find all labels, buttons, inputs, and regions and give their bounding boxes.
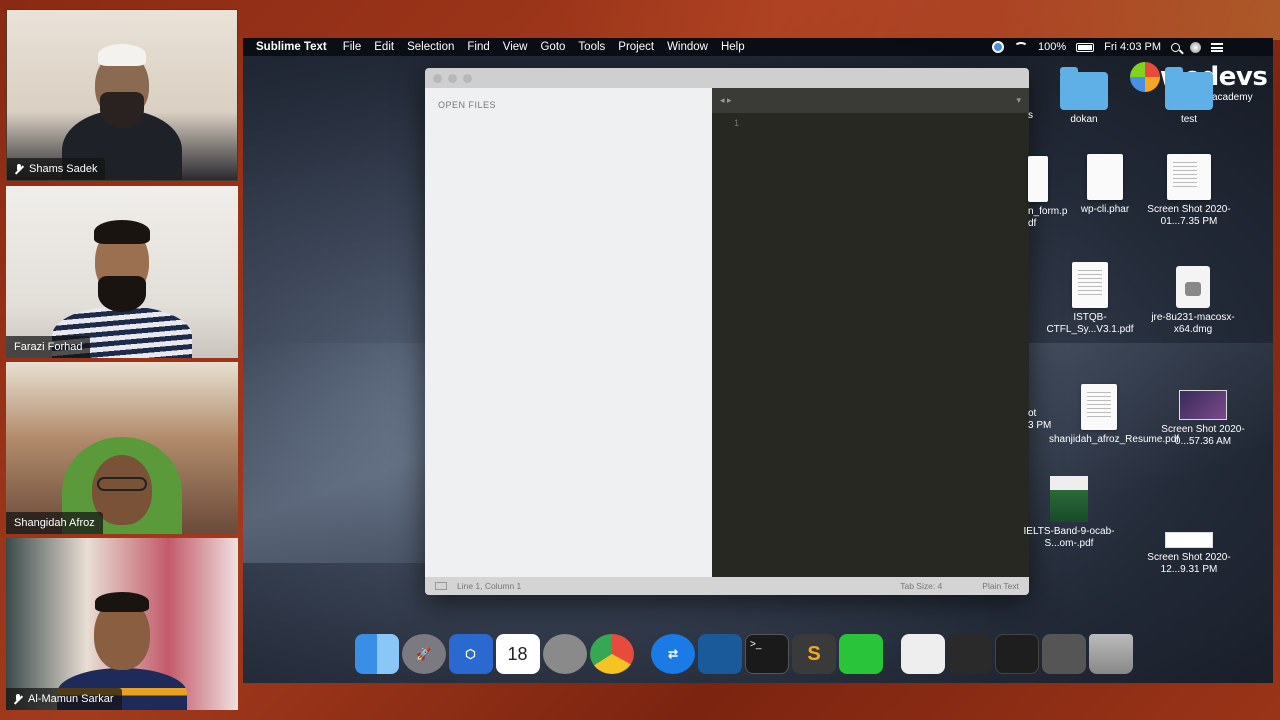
- participant-name-tag: Shams Sadek: [7, 158, 106, 180]
- sidebar[interactable]: OPEN FILES: [425, 88, 712, 577]
- spotlight-search-icon[interactable]: [1171, 42, 1180, 52]
- window-titlebar[interactable]: [425, 68, 1029, 88]
- siri-icon[interactable]: [1190, 41, 1201, 53]
- participant-tile-1[interactable]: Shams Sadek: [6, 9, 238, 181]
- menu-window[interactable]: Window: [667, 41, 708, 53]
- desktop-icon-screen-shot-3[interactable]: Screen Shot 2020-12...9.31 PM: [1139, 532, 1239, 576]
- screenshot-file-icon: [1179, 390, 1227, 420]
- brand-stripe: [560, 0, 1280, 40]
- desktop-icon-dokan[interactable]: dokan: [1034, 67, 1134, 126]
- participant-name-tag: Farazi Forhad: [6, 336, 91, 358]
- recent-window-icon[interactable]: [947, 634, 992, 674]
- participant-name: Al-Mamun Sarkar: [28, 693, 114, 705]
- app-hexagon-icon[interactable]: ⬡: [448, 634, 493, 674]
- status-bar: Line 1, Column 1 Tab Size: 4 Plain Text: [425, 577, 1029, 595]
- menu-goto[interactable]: Goto: [540, 41, 565, 53]
- vscode-icon[interactable]: [698, 634, 742, 674]
- notification-center-icon[interactable]: [1211, 42, 1223, 52]
- sublime-text-window[interactable]: OPEN FILES ◂ ▸ ▾ 1 Line 1, Column 1 Tab …: [425, 68, 1029, 595]
- cursor-position: Line 1, Column 1: [457, 581, 522, 591]
- participant-name: Shams Sadek: [29, 163, 98, 175]
- participant-name: Shangidah Afroz: [14, 517, 95, 529]
- menubar-status-area: 100% Fri 4:03 PM: [992, 38, 1223, 56]
- mac-dock: 🚀 ⬡ 18 ⇄ >_ S: [353, 630, 1153, 678]
- folder-icon: [1165, 67, 1213, 110]
- screen-share-icon[interactable]: [992, 41, 1004, 53]
- tab-menu-icon[interactable]: ▾: [1016, 95, 1021, 106]
- folder-icon: [1060, 67, 1108, 110]
- downloads-stack-icon[interactable]: [1041, 634, 1086, 674]
- battery-percent: 100%: [1038, 41, 1067, 53]
- chrome-icon[interactable]: [589, 634, 634, 674]
- phar-file-icon: [1087, 154, 1123, 200]
- desktop-icon-istqb-pdf[interactable]: ISTQB-CTFL_Sy...V3.1.pdf: [1040, 262, 1140, 336]
- screenshot-file-icon: [1167, 154, 1211, 200]
- participant-name-tag: Shangidah Afroz: [6, 512, 103, 534]
- mac-menubar: Sublime Text File Edit Selection Find Vi…: [243, 38, 1273, 56]
- participant-tile-2[interactable]: Farazi Forhad: [6, 186, 238, 358]
- pdf-document-icon: [1072, 262, 1108, 308]
- pdf-document-icon: [1081, 384, 1117, 430]
- syntax-selector[interactable]: Plain Text: [982, 581, 1019, 591]
- desktop-icon-resume-pdf[interactable]: shanjidah_afroz_Resume.pdf: [1049, 384, 1179, 446]
- battery-icon[interactable]: [1076, 42, 1095, 52]
- participant-name: Farazi Forhad: [14, 341, 83, 353]
- sequel-pro-icon[interactable]: [542, 634, 587, 674]
- editor-area[interactable]: ◂ ▸ ▾ 1: [712, 88, 1029, 577]
- wifi-icon[interactable]: [1014, 42, 1028, 52]
- java-window-icon[interactable]: [994, 634, 1039, 674]
- terminal-icon[interactable]: >_: [745, 634, 789, 674]
- mic-muted-icon: [15, 163, 23, 175]
- zip-file-icon[interactable]: [900, 634, 945, 674]
- menu-selection[interactable]: Selection: [407, 41, 454, 53]
- disk-image-icon: [1176, 266, 1210, 308]
- menu-edit[interactable]: Edit: [374, 41, 394, 53]
- participant-name-tag: Al-Mamun Sarkar: [6, 688, 122, 710]
- calendar-icon[interactable]: 18: [495, 634, 540, 674]
- shared-screen: Sublime Text File Edit Selection Find Vi…: [243, 38, 1273, 683]
- menu-find[interactable]: Find: [467, 41, 489, 53]
- trash-icon[interactable]: [1088, 634, 1133, 674]
- tab-size-selector[interactable]: Tab Size: 4: [900, 581, 942, 591]
- pdf-document-icon: [1028, 156, 1048, 202]
- finder-icon[interactable]: [354, 634, 399, 674]
- zoom-window-button[interactable]: [463, 73, 472, 83]
- teamviewer-icon[interactable]: ⇄: [651, 634, 695, 674]
- close-window-button[interactable]: [433, 73, 442, 83]
- mic-muted-icon: [14, 693, 22, 705]
- menu-tools[interactable]: Tools: [578, 41, 605, 53]
- desktop-icon-partial-s[interactable]: s: [1028, 110, 1048, 122]
- desktop-icon-screen-shot-2[interactable]: Screen Shot 2020-0...57.36 AM: [1153, 390, 1253, 448]
- sublime-text-icon[interactable]: S: [792, 634, 836, 674]
- desktop-icon-test[interactable]: test: [1139, 67, 1239, 126]
- minimize-window-button[interactable]: [448, 73, 457, 83]
- screenshot-file-icon: [1165, 532, 1213, 548]
- open-files-heading: OPEN FILES: [438, 100, 497, 110]
- menu-view[interactable]: View: [503, 41, 528, 53]
- panel-toggle-icon[interactable]: [435, 582, 447, 590]
- pdf-document-icon: [1050, 476, 1088, 522]
- menu-project[interactable]: Project: [618, 41, 654, 53]
- participant-tile-3[interactable]: Shangidah Afroz: [6, 362, 238, 534]
- desktop-icon-screen-shot-1[interactable]: Screen Shot 2020-01...7.35 PM: [1139, 154, 1239, 228]
- menubar-app-name[interactable]: Sublime Text: [256, 41, 327, 53]
- tab-strip[interactable]: ◂ ▸ ▾: [712, 88, 1029, 113]
- menu-help[interactable]: Help: [721, 41, 745, 53]
- launchpad-icon[interactable]: 🚀: [401, 634, 446, 674]
- desktop-icon-ielts-pdf[interactable]: IELTS-Band-9-ocab-S...om-.pdf: [1019, 476, 1119, 550]
- archive-utility-icon[interactable]: [839, 634, 883, 674]
- participant-tile-4[interactable]: Al-Mamun Sarkar: [6, 538, 238, 710]
- desktop-icon-jre-dmg[interactable]: jre-8u231-macosx-x64.dmg: [1143, 266, 1243, 336]
- menu-file[interactable]: File: [343, 41, 362, 53]
- tab-nav-arrows[interactable]: ◂ ▸: [720, 95, 732, 106]
- menubar-clock[interactable]: Fri 4:03 PM: [1104, 41, 1161, 53]
- line-number: 1: [734, 118, 740, 128]
